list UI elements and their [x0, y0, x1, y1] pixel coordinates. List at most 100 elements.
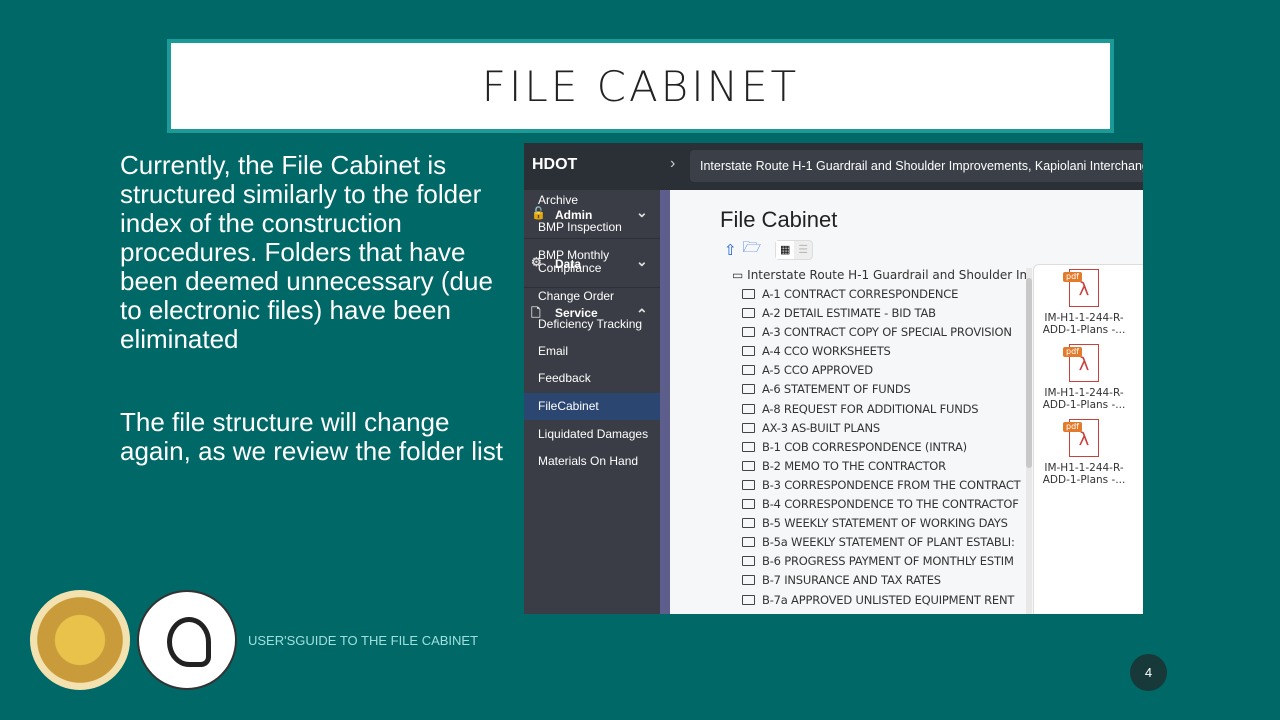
slide-paragraph-2: The file structure will change again, as…	[120, 407, 503, 466]
folder-item[interactable]: B-6 PROGRESS PAYMENT OF MONTHLY ESTIM	[742, 554, 1027, 573]
top-bar: HDOT › Interstate Route H-1 Guardrail an…	[524, 143, 1143, 190]
folder-label: B-7 INSURANCE AND TAX RATES	[762, 573, 941, 588]
folder-icon	[742, 556, 755, 567]
folder-item[interactable]: A-6 STATEMENT OF FUNDS	[742, 382, 1027, 401]
slide-title: FILE CABINET	[481, 61, 800, 111]
folder-icon	[742, 499, 755, 510]
folder-label: B-7a APPROVED UNLISTED EQUIPMENT RENT	[762, 592, 1015, 607]
file-name-line-2: ADD-1-Plans -...	[1042, 324, 1126, 336]
file-item[interactable]: pdf λ IM-H1-1-244-R- ADD-1-Plans -...	[1034, 344, 1134, 411]
folder-item[interactable]: B-7a APPROVED UNLISTED EQUIPMENT RENT	[742, 593, 1027, 612]
folder-icon	[742, 365, 755, 376]
folder-item[interactable]: A-4 CCO WORKSHEETS	[742, 344, 1027, 363]
folder-label: A-8 REQUEST FOR ADDITIONAL FUNDS	[762, 401, 979, 416]
folder-label: B-4 CORRESPONDENCE TO THE CONTRACTOF	[762, 497, 1019, 512]
folder-item[interactable]: B-7 INSURANCE AND TAX RATES	[742, 573, 1027, 592]
sidebar-item[interactable]: BMP Inspection	[524, 221, 660, 234]
drive-icon: ▭	[732, 268, 748, 282]
folder-item[interactable]: A-1 CONTRACT CORRESPONDENCE	[742, 287, 1027, 306]
folder-item[interactable]: B-1 COB CORRESPONDENCE (INTRA)	[742, 440, 1027, 459]
folder-item[interactable]: A-5 CCO APPROVED	[742, 363, 1027, 382]
folder-icon	[742, 460, 755, 471]
folder-icon	[742, 479, 755, 490]
pdf-file-icon: pdf λ	[1063, 269, 1099, 307]
sidebar-divider	[660, 190, 670, 614]
sidebar-item[interactable]: FileCabinet	[524, 393, 660, 420]
folder-label: A-5 CCO APPROVED	[762, 363, 873, 378]
lock-icon: 🔓	[531, 206, 546, 220]
file-item[interactable]: pdf λ IM-H1-1-244-R- ADD-1-Plans -...	[1034, 419, 1134, 486]
folder-icon	[742, 594, 755, 605]
slide-paragraph-1: Currently, the File Cabinet is structure…	[120, 150, 493, 354]
folder-label: A-6 STATEMENT OF FUNDS	[762, 382, 911, 397]
page-number: 4	[1130, 654, 1167, 691]
view-toggle: ▦ ☰	[775, 239, 814, 260]
root-folder-label: Interstate Route H-1 Guardrail and Shoul…	[747, 268, 1032, 282]
folder-label: B-6 PROGRESS PAYMENT OF MONTHLY ESTIM	[762, 554, 1014, 569]
file-name-line-2: ADD-1-Plans -...	[1042, 399, 1126, 411]
folder-item[interactable]: A-2 DETAIL ESTIMATE - BID TAB	[742, 306, 1027, 325]
folder-icon	[742, 537, 755, 548]
sidebar-item[interactable]: Feedback	[524, 372, 660, 385]
upload-icon[interactable]: ⇧	[724, 241, 737, 259]
grid-view-icon[interactable]: ▦	[776, 240, 795, 259]
pdf-badge: pdf	[1063, 347, 1082, 357]
file-name-line-1: IM-H1-1-244-R-	[1044, 387, 1124, 399]
folder-item[interactable]: B-4 CORRESPONDENCE TO THE CONTRACTOF	[742, 497, 1027, 516]
file-name-line-1: IM-H1-1-244-R-	[1044, 312, 1124, 324]
folder-label: B-5 WEEKLY STATEMENT OF WORKING DAYS	[762, 516, 1008, 531]
new-folder-icon[interactable]: 🗁	[743, 237, 762, 262]
sidebar: 🔓 Admin ⌄ ⚙ Data ⌄ 🗋 Service ⌃ Archive BMP Insp…	[524, 190, 660, 614]
folder-label: A-1 CONTRACT CORRESPONDENCE	[762, 287, 959, 301]
page-title: File Cabinet	[720, 207, 838, 232]
slide-footer: USER'SGUIDE TO THE FILE CABINET	[248, 633, 479, 648]
folder-icon	[742, 575, 755, 586]
folder-icon	[742, 308, 755, 319]
folder-icon	[742, 346, 755, 357]
root-folder[interactable]: ▭ Interstate Route H-1 Guardrail and Sho…	[732, 268, 1031, 282]
folder-item[interactable]: B-5 WEEKLY STATEMENT OF WORKING DAYS	[742, 516, 1027, 535]
folder-item[interactable]: A-8 REQUEST FOR ADDITIONAL FUNDS	[742, 402, 1027, 421]
sidebar-item[interactable]: Deficiency Tracking	[524, 318, 660, 331]
sidebar-item[interactable]: Liquidated Damages	[524, 428, 660, 441]
folder-icon	[742, 441, 755, 452]
folder-label: A-3 CONTRACT COPY OF SPECIAL PROVISION	[762, 325, 1012, 340]
folder-item[interactable]: AX-3 AS-BUILT PLANS	[742, 421, 1027, 440]
sidebar-item[interactable]: Materials On Hand	[524, 455, 660, 468]
folder-icon	[742, 422, 755, 433]
folder-icon	[742, 327, 755, 338]
folder-label: B-3 CORRESPONDENCE FROM THE CONTRACT	[762, 477, 1021, 492]
breadcrumb[interactable]: Interstate Route H-1 Guardrail and Shoul…	[690, 150, 1143, 182]
brand[interactable]: HDOT	[532, 156, 577, 174]
sidebar-item[interactable]: Archive	[524, 194, 660, 207]
pdf-file-icon: pdf λ	[1063, 344, 1099, 382]
folder-label: B-1 COB CORRESPONDENCE (INTRA)	[762, 439, 967, 454]
chevron-right-icon[interactable]: ›	[670, 155, 675, 173]
state-of-hawaii-seal-logo	[30, 590, 130, 690]
folder-icon	[742, 384, 755, 395]
file-name-line-2: ADD-1-Plans -...	[1042, 474, 1126, 486]
sidebar-item[interactable]: Email	[524, 345, 660, 358]
sidebar-item[interactable]: BMP Monthly Compliance	[524, 249, 660, 275]
file-item[interactable]: pdf λ IM-H1-1-244-R- ADD-1-Plans -...	[1034, 269, 1134, 336]
folder-label: A-4 CCO WORKSHEETS	[762, 344, 891, 359]
sidebar-item[interactable]: Change Order	[524, 290, 660, 303]
file-name-line-1: IM-H1-1-244-R-	[1044, 462, 1124, 474]
folder-icon	[742, 403, 755, 414]
folder-item[interactable]: A-3 CONTRACT COPY OF SPECIAL PROVISION	[742, 325, 1027, 344]
folder-label: B-2 MEMO TO THE CONTRACTOR	[762, 458, 946, 473]
app-screenshot: HDOT › Interstate Route H-1 Guardrail an…	[524, 143, 1143, 614]
file-panel: pdf λ IM-H1-1-244-R- ADD-1-Plans -... pdf λ IM…	[1033, 264, 1143, 614]
folder-item[interactable]: B-5a WEEKLY STATEMENT OF PLANT ESTABLI:	[742, 535, 1027, 554]
folder-item[interactable]: B-2 MEMO TO THE CONTRACTOR	[742, 459, 1027, 478]
slide-title-box: FILE CABINET	[167, 39, 1114, 133]
toolbar: ⇧ 🗁 ▦ ☰	[724, 237, 814, 262]
pdf-file-icon: pdf λ	[1063, 419, 1099, 457]
folder-label: B-5a WEEKLY STATEMENT OF PLANT ESTABLI:	[762, 535, 1015, 550]
list-view-icon[interactable]: ☰	[794, 241, 812, 259]
folder-item[interactable]: B-3 CORRESPONDENCE FROM THE CONTRACT	[742, 478, 1027, 497]
scrollbar[interactable]	[1026, 268, 1032, 614]
pdf-badge: pdf	[1063, 272, 1082, 282]
scrollbar-thumb[interactable]	[1026, 278, 1032, 468]
folder-icon	[742, 289, 755, 299]
